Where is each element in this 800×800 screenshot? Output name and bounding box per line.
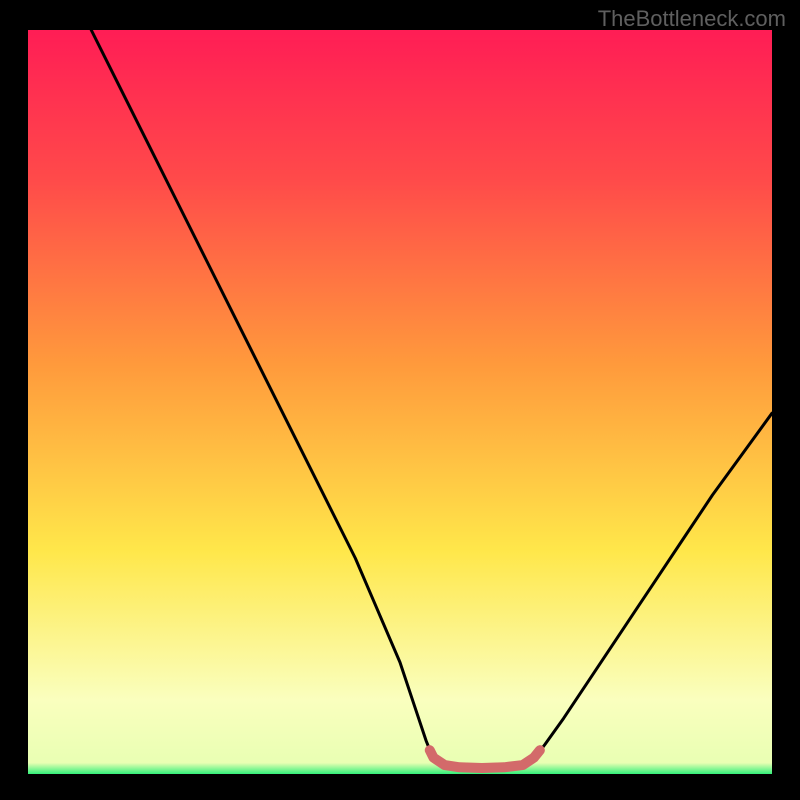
chart-svg [28, 30, 772, 774]
watermark-text: TheBottleneck.com [598, 6, 786, 32]
chart-plot-area [28, 30, 772, 774]
